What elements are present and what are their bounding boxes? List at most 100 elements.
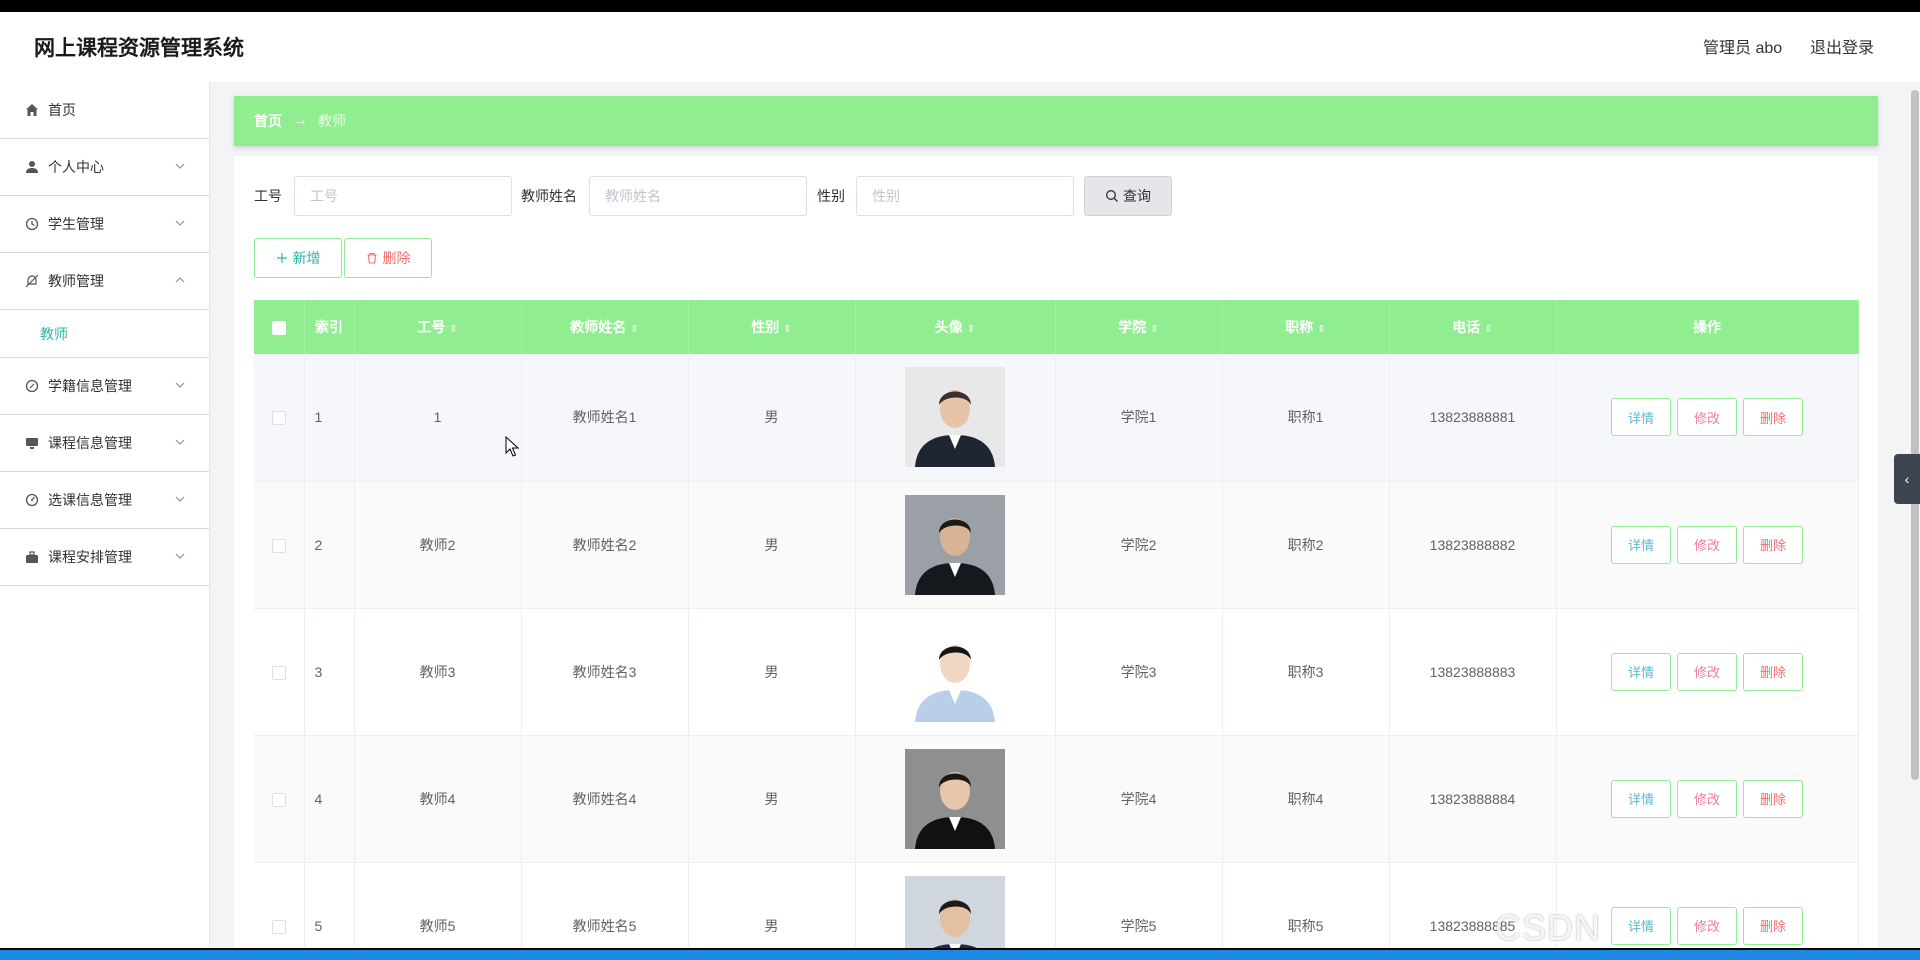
sidebar-item-students[interactable]: 学生管理: [0, 196, 209, 253]
plus-icon: [276, 253, 287, 263]
sidebar-item-home[interactable]: 首页: [0, 82, 209, 139]
detail-button[interactable]: 详情: [1611, 398, 1671, 437]
batch-delete-button[interactable]: 删除: [344, 238, 432, 278]
sidebar-item-courses[interactable]: 课程信息管理: [0, 415, 209, 472]
id-cell: 教师5: [354, 862, 522, 948]
sidebar-item-label: 个人中心: [48, 159, 104, 175]
logout-link[interactable]: 退出登录: [1810, 34, 1874, 58]
edit-button[interactable]: 修改: [1677, 525, 1737, 564]
title-cell: 职称2: [1222, 481, 1390, 609]
sidebar-item-course-selection[interactable]: 选课信息管理: [0, 472, 209, 529]
actions-cell: 详情 修改 删除: [1556, 608, 1859, 736]
row-checkbox[interactable]: [271, 792, 286, 807]
avatar-photo[interactable]: [905, 494, 1005, 595]
row-select-cell[interactable]: [254, 608, 305, 736]
monitor-icon: [24, 435, 40, 451]
gender-search-input[interactable]: [856, 176, 1074, 216]
chevron-down-icon: [175, 163, 185, 169]
select-all-checkbox[interactable]: [271, 321, 286, 336]
content-panel: 工号 教师姓名 性别 查询 新增 删除: [234, 156, 1878, 948]
gender-cell: 男: [688, 608, 856, 736]
phone-cell: 13823888881: [1389, 354, 1557, 482]
column-header[interactable]: 性别 ⇕: [688, 300, 856, 354]
title-cell: 职称5: [1222, 862, 1390, 948]
detail-button[interactable]: 详情: [1611, 779, 1671, 818]
arrow-right-icon: →: [292, 112, 308, 129]
delete-button[interactable]: 删除: [1743, 525, 1803, 564]
id-search-input[interactable]: [294, 176, 512, 216]
row-select-cell[interactable]: [254, 481, 305, 609]
add-button[interactable]: 新增: [254, 238, 342, 278]
id-cell: 教师2: [354, 481, 522, 609]
table-row: 3 教师3 教师姓名3 男学院3 职称3 13823888883 详情 修改 删除: [254, 608, 1859, 736]
sort-icon[interactable]: ⇕: [967, 324, 975, 335]
query-button[interactable]: 查询: [1084, 176, 1172, 216]
teacher-table: 索引 工号 ⇕ 教师姓名 ⇕ 性别 ⇕ 头像 ⇕ 学院 ⇕ 职称 ⇕ 电话 ⇕ 操作 1 1 教师…: [254, 300, 1859, 948]
scrollbar[interactable]: [1911, 90, 1919, 780]
chevron-down-icon: [175, 553, 185, 559]
name-search-input[interactable]: [589, 176, 807, 216]
column-header: 操作: [1556, 300, 1859, 354]
progress-bar: [0, 950, 1920, 960]
gender-cell: 男: [688, 481, 856, 609]
college-cell: 学院4: [1055, 735, 1223, 863]
edit-button[interactable]: 修改: [1677, 398, 1737, 437]
sidebar-item-label: 学籍信息管理: [48, 378, 132, 394]
sort-icon[interactable]: ⇕: [1317, 324, 1325, 335]
row-checkbox[interactable]: [271, 538, 286, 553]
table-header-row: 索引 工号 ⇕ 教师姓名 ⇕ 性别 ⇕ 头像 ⇕ 学院 ⇕ 职称 ⇕ 电话 ⇕ 操作: [254, 300, 1859, 354]
delete-button[interactable]: 删除: [1743, 398, 1803, 437]
row-checkbox[interactable]: [271, 411, 286, 426]
sort-icon[interactable]: ⇕: [783, 324, 791, 335]
row-select-cell[interactable]: [254, 862, 305, 948]
app-title: 网上课程资源管理系统: [34, 37, 244, 60]
sidebar-item-enrollment[interactable]: 学籍信息管理: [0, 358, 209, 415]
column-header[interactable]: 头像 ⇕: [855, 300, 1056, 354]
sidebar-item-label: 首页: [48, 102, 76, 118]
bell-off-icon: [24, 273, 40, 289]
edit-button[interactable]: 修改: [1677, 652, 1737, 691]
sort-icon[interactable]: ⇕: [1150, 324, 1158, 335]
home-icon: [24, 102, 40, 118]
select-all-cell[interactable]: [254, 300, 305, 354]
trash-icon: [367, 252, 376, 264]
sort-icon[interactable]: ⇕: [449, 324, 457, 335]
title-cell: 职称1: [1222, 354, 1390, 482]
detail-button[interactable]: 详情: [1611, 652, 1671, 691]
breadcrumb-home[interactable]: 首页: [254, 111, 282, 131]
edit-button[interactable]: 修改: [1677, 779, 1737, 818]
sidebar-item-teachers[interactable]: 教师管理: [0, 253, 209, 310]
detail-button[interactable]: 详情: [1611, 525, 1671, 564]
avatar-photo[interactable]: [905, 367, 1005, 468]
college-cell: 学院2: [1055, 481, 1223, 609]
avatar-photo[interactable]: [905, 875, 1005, 949]
table-row: 2 教师2 教师姓名2 男学院2 职称2 13823888882 详情 修改 删除: [254, 481, 1859, 609]
compass-icon: [24, 378, 40, 394]
row-checkbox[interactable]: [271, 919, 286, 934]
column-header[interactable]: 教师姓名 ⇕: [521, 300, 689, 354]
column-header[interactable]: 职称 ⇕: [1222, 300, 1390, 354]
delete-button[interactable]: 删除: [1743, 779, 1803, 818]
college-cell: 学院5: [1055, 862, 1223, 948]
sidebar-item-label: 课程信息管理: [48, 435, 132, 451]
sidebar-item-schedule[interactable]: 课程安排管理: [0, 529, 209, 586]
row-select-cell[interactable]: [254, 354, 305, 482]
id-label: 工号: [254, 188, 282, 204]
chevron-down-icon: [175, 496, 185, 502]
index-cell: 3: [304, 608, 355, 736]
delete-button[interactable]: 删除: [1743, 652, 1803, 691]
column-header[interactable]: 学院 ⇕: [1055, 300, 1223, 354]
query-button-label: 查询: [1123, 188, 1151, 204]
sort-icon[interactable]: ⇕: [630, 324, 638, 335]
avatar-photo[interactable]: [905, 621, 1005, 722]
column-header[interactable]: 电话 ⇕: [1389, 300, 1557, 354]
chevron-down-icon: [175, 382, 185, 388]
collapse-toggle[interactable]: ‹: [1894, 454, 1920, 504]
row-select-cell[interactable]: [254, 735, 305, 863]
row-checkbox[interactable]: [271, 665, 286, 680]
sidebar-subitem-teacher[interactable]: 教师: [0, 310, 209, 358]
sort-icon[interactable]: ⇕: [1484, 324, 1492, 335]
avatar-photo[interactable]: [905, 748, 1005, 849]
column-header[interactable]: 工号 ⇕: [354, 300, 522, 354]
sidebar-item-personal[interactable]: 个人中心: [0, 139, 209, 196]
